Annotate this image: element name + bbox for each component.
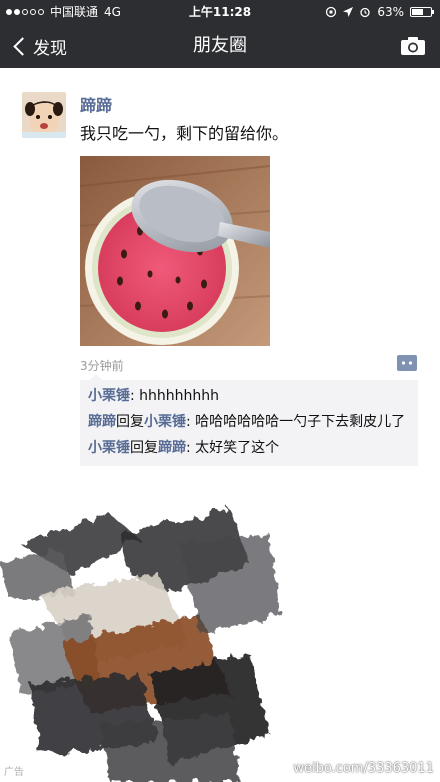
alarm-clock-icon <box>360 7 370 18</box>
comment-separator: : <box>130 388 140 404</box>
moment-post: 蹄蹄 我只吃一勺，剩下的留给你。 3分钟前 小栗锤: hhhhhhhhh 蹄蹄回… <box>0 68 440 505</box>
obscured-content-area: 广告 weibo.com/33363011 <box>0 504 440 782</box>
comment-text: 太好笑了这个 <box>195 440 280 456</box>
wechat-moments-screen: 中国联通 4G 上午11:28 63% 发现 朋友圈 蹄蹄 我只吃一勺，剩下的留… <box>0 0 440 782</box>
reply-to-name[interactable]: 蹄蹄 <box>158 440 186 456</box>
comment-text: hhhhhhhhh <box>139 388 220 404</box>
location-arrow-icon <box>343 7 354 17</box>
commenter-name[interactable]: 小栗锤 <box>88 388 130 404</box>
avatar[interactable] <box>22 92 66 138</box>
scribble-redaction <box>0 509 280 782</box>
comment-separator: : <box>186 440 196 456</box>
nav-bar: 发现 朋友圈 <box>0 24 440 68</box>
comment-text: 哈哈哈哈哈哈一勺子下去剩皮儿了 <box>195 414 406 430</box>
comment-item: 小栗锤: hhhhhhhhh <box>88 384 410 408</box>
commenter-name[interactable]: 小栗锤 <box>88 440 130 456</box>
battery-percent: 63% <box>377 5 404 19</box>
camera-icon[interactable] <box>400 36 426 56</box>
comment-list: 小栗锤: hhhhhhhhh 蹄蹄回复小栗锤: 哈哈哈哈哈哈一勺子下去剩皮儿了 … <box>80 374 418 466</box>
battery-icon <box>410 7 434 17</box>
post-text: 我只吃一勺，剩下的留给你。 <box>80 124 289 143</box>
post-timestamp: 3分钟前 <box>80 359 124 373</box>
comment-item: 蹄蹄回复小栗锤: 哈哈哈哈哈哈一勺子下去剩皮儿了 <box>88 410 410 434</box>
header: 中国联通 4G 上午11:28 63% 发现 朋友圈 <box>0 0 440 68</box>
weibo-watermark: weibo.com/33363011 <box>293 761 434 776</box>
status-bar: 中国联通 4G 上午11:28 63% <box>0 0 440 24</box>
comment-item: 小栗锤回复蹄蹄: 太好笑了这个 <box>88 436 410 460</box>
comment-bubble-icon[interactable] <box>397 355 417 371</box>
post-photo-watermelon[interactable] <box>80 156 270 346</box>
watermark-left: 广告 <box>4 767 24 778</box>
reply-word: 回复 <box>116 414 144 430</box>
author-name[interactable]: 蹄蹄 <box>80 92 112 116</box>
status-right: 63% <box>325 0 434 24</box>
orientation-lock-icon <box>326 6 337 18</box>
reply-word: 回复 <box>130 440 158 456</box>
page-title: 朋友圈 <box>193 35 247 56</box>
comment-separator: : <box>186 414 196 430</box>
reply-to-name[interactable]: 小栗锤 <box>144 414 186 430</box>
commenter-name[interactable]: 蹄蹄 <box>88 414 116 430</box>
